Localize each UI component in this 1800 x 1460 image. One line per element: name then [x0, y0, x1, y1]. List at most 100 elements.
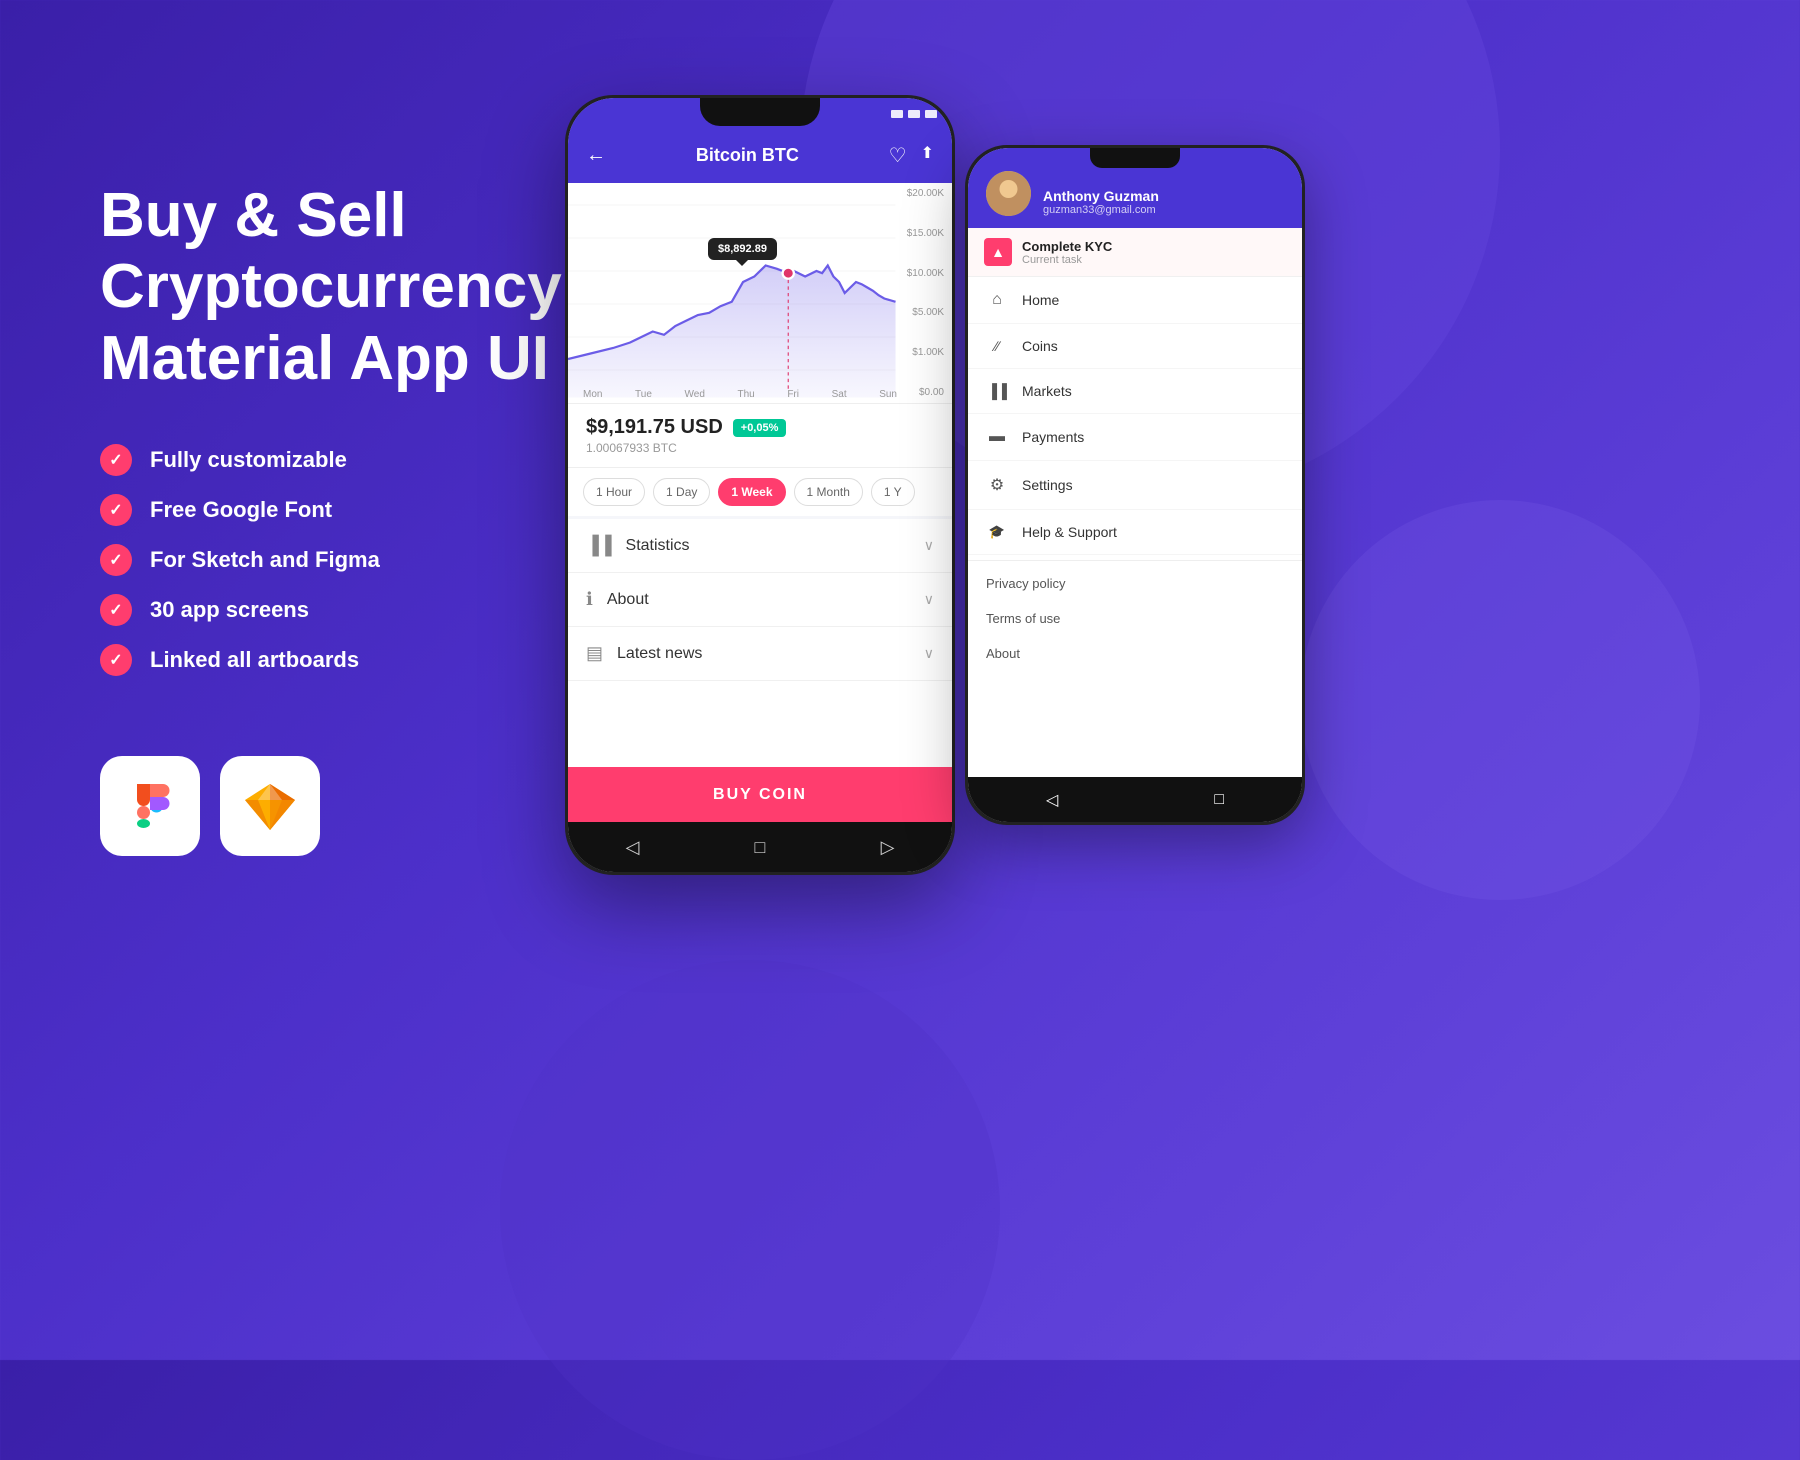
- y-label-6: $0.00: [907, 387, 944, 398]
- kyc-subtitle: Current task: [1022, 254, 1112, 266]
- kyc-text: Complete KYC Current task: [1022, 239, 1112, 266]
- nav-coins[interactable]: ∕∕ Coins: [968, 324, 1302, 369]
- bg-decoration-3: [1300, 500, 1700, 900]
- nav-home-icon[interactable]: □: [755, 837, 766, 858]
- time-btn-hour[interactable]: 1 Hour: [583, 478, 645, 506]
- settings-icon: ⚙: [986, 475, 1008, 495]
- news-chevron: ∨: [924, 645, 934, 662]
- nav-payments[interactable]: ▬ Payments: [968, 414, 1302, 461]
- time-btn-year[interactable]: 1 Y: [871, 478, 915, 506]
- markets-label: Markets: [1022, 383, 1072, 399]
- user-info: Anthony Guzman guzman33@gmail.com: [1043, 188, 1159, 216]
- price-btc: 1.00067933 BTC: [586, 441, 934, 455]
- nav-divider: [968, 560, 1302, 561]
- phone-bottom-nav: ◁ □ ▷: [568, 822, 952, 872]
- x-label-sat: Sat: [832, 389, 847, 400]
- chart-tooltip: $8,892.89: [708, 238, 777, 260]
- home-label: Home: [1022, 292, 1059, 308]
- time-btn-month[interactable]: 1 Month: [794, 478, 863, 506]
- coins-icon: ∕∕: [986, 338, 1008, 354]
- privacy-policy-link[interactable]: Privacy policy: [968, 566, 1302, 601]
- check-icon-3: ✓: [100, 544, 132, 576]
- share-icon[interactable]: ⬆: [921, 143, 934, 168]
- kyc-warning-icon: ▲: [984, 238, 1012, 266]
- home-icon: ⌂: [986, 291, 1008, 309]
- price-badge: +0,05%: [733, 419, 787, 437]
- phone-screen-side: Anthony Guzman guzman33@gmail.com ▲ Comp…: [968, 148, 1302, 822]
- statistics-row[interactable]: ▐▐ Statistics ∨: [568, 519, 952, 573]
- time-btn-day[interactable]: 1 Day: [653, 478, 710, 506]
- bg-decoration-2: [500, 960, 1000, 1460]
- nav-menu: ⌂ Home ∕∕ Coins ▐▐ Markets ▬ Payments ⚙ …: [968, 277, 1302, 777]
- x-label-fri: Fri: [787, 389, 799, 400]
- nav-settings[interactable]: ⚙ Settings: [968, 461, 1302, 510]
- y-label-2: $15.00K: [907, 228, 944, 239]
- terms-of-use-link[interactable]: Terms of use: [968, 601, 1302, 636]
- payments-icon: ▬: [986, 428, 1008, 446]
- time-btn-week[interactable]: 1 Week: [718, 478, 785, 506]
- y-label-1: $20.00K: [907, 188, 944, 199]
- avatar-image: [986, 171, 1031, 216]
- nav-back-icon[interactable]: ◁: [626, 837, 640, 858]
- signal-icon: [891, 110, 903, 118]
- about-row[interactable]: ℹ About ∨: [568, 573, 952, 627]
- nav-recent-icon[interactable]: ▷: [881, 837, 895, 858]
- about-row-left: ℹ About: [586, 589, 649, 610]
- y-label-5: $1.00K: [907, 347, 944, 358]
- phone2-bottom-nav: ◁ □: [968, 777, 1302, 822]
- help-icon: 🎓: [986, 524, 1008, 540]
- chart-y-labels: $20.00K $15.00K $10.00K $5.00K $1.00K $0…: [907, 183, 944, 403]
- x-label-mon: Mon: [583, 389, 602, 400]
- feature-label-4: 30 app screens: [150, 597, 309, 623]
- help-label: Help & Support: [1022, 524, 1117, 540]
- kyc-bar[interactable]: ▲ Complete KYC Current task: [968, 228, 1302, 277]
- phone-mockup-main: ← Bitcoin BTC ♡ ⬆: [565, 95, 955, 875]
- phone-header: ← Bitcoin BTC ♡ ⬆: [568, 128, 952, 183]
- check-icon-2: ✓: [100, 494, 132, 526]
- buy-button[interactable]: BUY COIN: [568, 767, 952, 822]
- about-chevron: ∨: [924, 591, 934, 608]
- check-icon-1: ✓: [100, 444, 132, 476]
- check-icon-4: ✓: [100, 594, 132, 626]
- latest-news-row-left: ▤ Latest news: [586, 643, 702, 664]
- price-display: $9,191.75 USD +0,05%: [586, 416, 934, 439]
- nav-home[interactable]: ⌂ Home: [968, 277, 1302, 324]
- user-email: guzman33@gmail.com: [1043, 204, 1159, 216]
- status-icons: [891, 110, 937, 118]
- section-rows: ▐▐ Statistics ∨ ℹ About ∨ ▤ Latest news …: [568, 519, 952, 767]
- coin-title: Bitcoin BTC: [696, 145, 799, 166]
- chart-x-labels: Mon Tue Wed Thu Fri Sat Sun: [583, 389, 897, 400]
- latest-news-row[interactable]: ▤ Latest news ∨: [568, 627, 952, 681]
- nav-markets[interactable]: ▐▐ Markets: [968, 369, 1302, 414]
- price-section: $9,191.75 USD +0,05% 1.00067933 BTC: [568, 403, 952, 467]
- latest-news-label: Latest news: [617, 645, 702, 663]
- phone2-notch: [1090, 148, 1180, 168]
- statistics-row-left: ▐▐ Statistics: [586, 535, 690, 556]
- about-link[interactable]: About: [968, 636, 1302, 671]
- price-amount: $9,191.75 USD: [586, 416, 723, 439]
- about-label: About: [607, 591, 649, 609]
- about-icon: ℹ: [586, 589, 593, 610]
- nav-help[interactable]: 🎓 Help & Support: [968, 510, 1302, 555]
- username: Anthony Guzman: [1043, 188, 1159, 204]
- heart-icon[interactable]: ♡: [889, 143, 907, 168]
- phone2-nav-back[interactable]: ◁: [1046, 790, 1058, 810]
- x-label-sun: Sun: [879, 389, 897, 400]
- news-icon: ▤: [586, 643, 603, 664]
- x-label-wed: Wed: [685, 389, 705, 400]
- wifi-icon: [908, 110, 920, 118]
- phone-mockup-side: Anthony Guzman guzman33@gmail.com ▲ Comp…: [965, 145, 1305, 825]
- feature-label-5: Linked all artboards: [150, 647, 359, 673]
- feature-label-2: Free Google Font: [150, 497, 332, 523]
- phone-notch: [700, 98, 820, 126]
- feature-label-1: Fully customizable: [150, 447, 347, 473]
- phone2-nav-home[interactable]: □: [1214, 791, 1224, 809]
- phone-screen-main: ← Bitcoin BTC ♡ ⬆: [568, 98, 952, 872]
- time-filters: 1 Hour 1 Day 1 Week 1 Month 1 Y: [568, 467, 952, 516]
- back-button[interactable]: ←: [586, 144, 606, 167]
- y-label-3: $10.00K: [907, 268, 944, 279]
- x-label-thu: Thu: [738, 389, 755, 400]
- statistics-chevron: ∨: [924, 537, 934, 554]
- x-label-tue: Tue: [635, 389, 652, 400]
- battery-icon: [925, 110, 937, 118]
